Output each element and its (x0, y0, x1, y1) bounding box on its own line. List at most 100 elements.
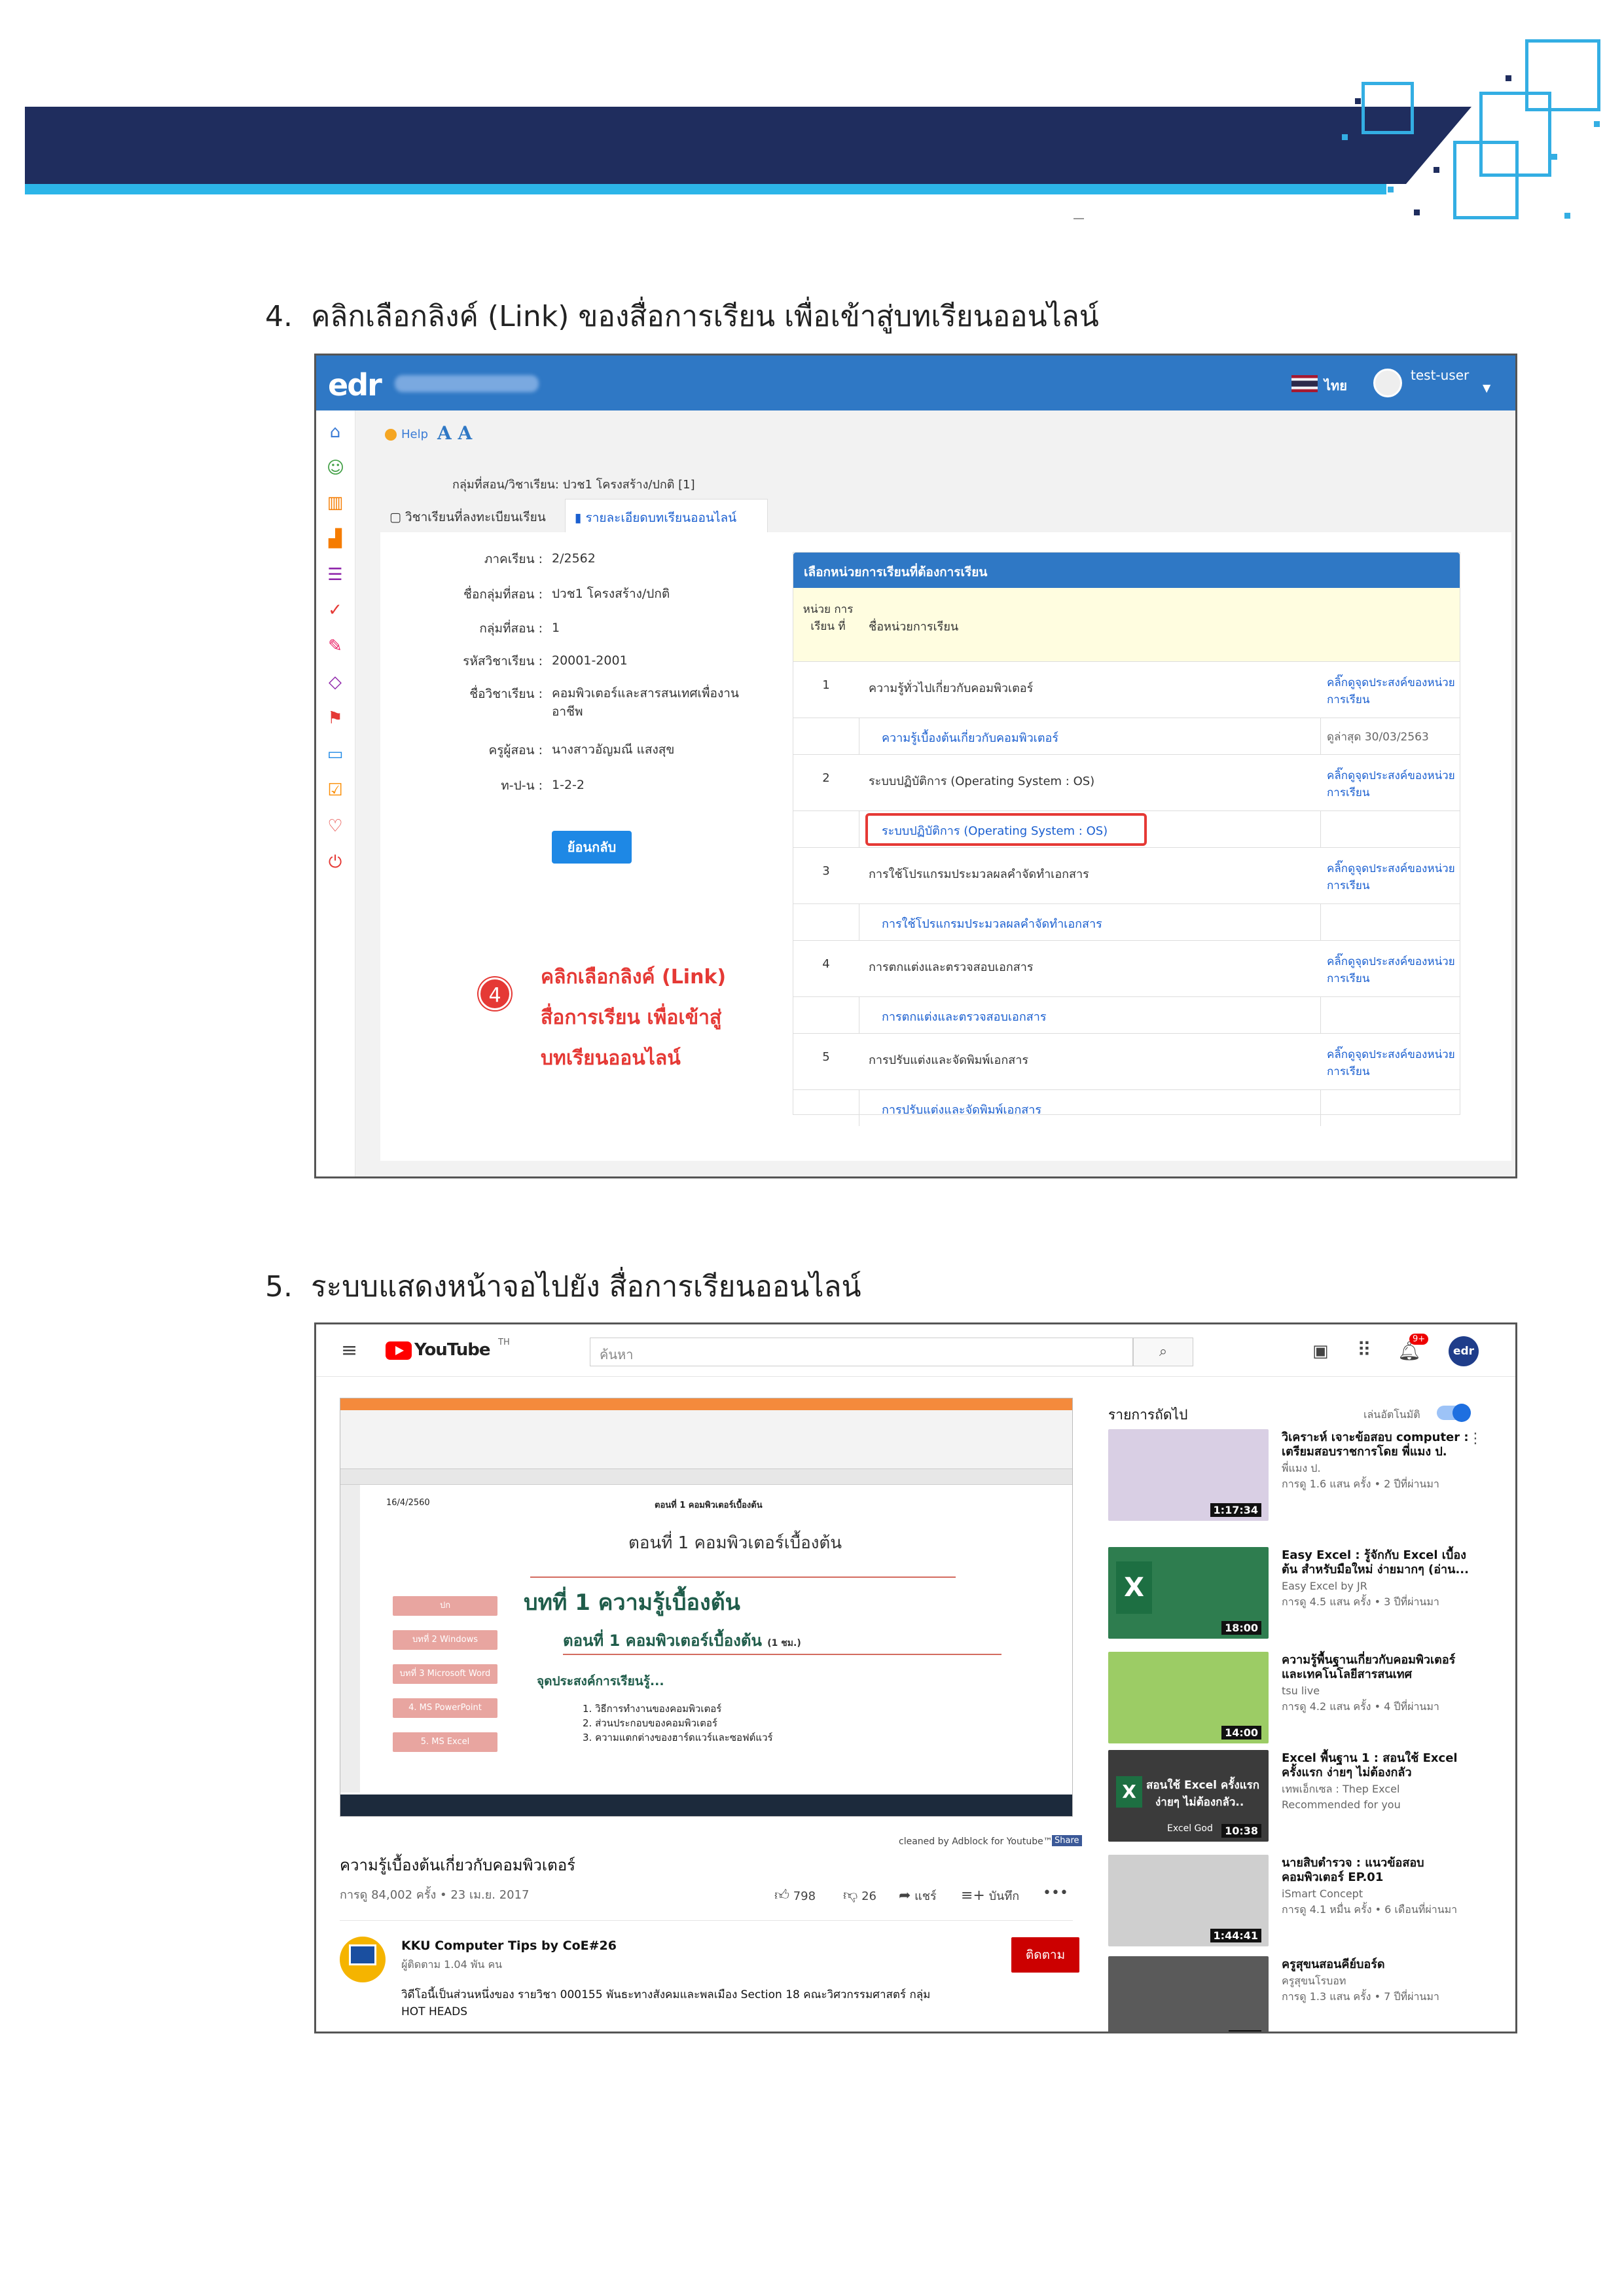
back-button[interactable]: ย้อนกลับ (552, 831, 632, 864)
unit-objective-link[interactable]: คลิ๊กดูจุดประสงค์ของหน่วยการเรียน (1327, 674, 1458, 708)
banner-dash (1074, 218, 1084, 219)
font-size-toggle[interactable]: A A (437, 422, 472, 444)
tab-registered-courses[interactable]: ▢ วิชาเรียนที่ลงทะเบียนเรียน (380, 499, 564, 532)
annotation-line-2: สื่อการเรียน เพื่อเข้าสู่ (541, 1006, 722, 1029)
autoplay-toggle[interactable] (1437, 1404, 1471, 1422)
pdf-page: 16/4/2560 ตอนที่ 1 คอมพิวเตอร์เบื้องต้น … (367, 1491, 1054, 1793)
step-4-text: 4. คลิกเลือกลิงค์ (Link) ของสื่อการเรียน… (265, 300, 1099, 333)
heart-icon[interactable]: ♡ (327, 818, 344, 835)
power-icon[interactable]: ⏻ (327, 854, 344, 871)
user-avatar-icon[interactable] (1373, 369, 1402, 397)
channel-avatar[interactable] (340, 1937, 386, 1982)
info-value: 1-2-2 (552, 778, 585, 792)
edr-screenshot: edr ไทย test-user ▼ ⌂ ☺ ▥ ▟ ☰ ✓ ✎ ◇ ⚑ ▭ … (314, 354, 1517, 1178)
related-title[interactable]: ครูสุขนสอนคีย์บอร์ด (1282, 1958, 1385, 1972)
unit-number: 3 (822, 864, 830, 878)
share-badge[interactable]: Share (1052, 1835, 1082, 1846)
related-thumbnail[interactable] (1108, 1956, 1269, 2032)
video-description-line-1: วิดีโอนี้เป็นส่วนหนึ่งของ รายวิชา 000155… (401, 1988, 931, 2001)
pencil-icon[interactable]: ✎ (327, 638, 344, 655)
unit-objective-link[interactable]: คลิ๊กดูจุดประสงค์ของหน่วยการเรียน (1327, 767, 1458, 801)
related-title[interactable]: ต้น สำหรับมือใหม่ ง่ายมากๆ (อ่าน... (1282, 1563, 1469, 1577)
language-label[interactable]: ไทย (1324, 375, 1347, 396)
up-next-label: รายการถัดไป (1108, 1407, 1188, 1423)
subscribe-button[interactable]: ติดตาม (1011, 1937, 1079, 1973)
info-value: คอมพิวเตอร์และสารสนเทศเพื่องานอาชีพ (552, 686, 739, 719)
more-vert-icon[interactable]: ⋮ (1468, 1430, 1483, 1447)
dislike-button[interactable]: 👎︎ 26 (843, 1886, 876, 1904)
related-title[interactable]: Excel พื้นฐาน 1 : สอนใช้ Excel (1282, 1751, 1458, 1766)
channel-name[interactable]: KKU Computer Tips by CoE#26 (401, 1939, 617, 1953)
related-title[interactable]: คอมพิวเตอร์ EP.01 (1282, 1870, 1383, 1885)
info-label: ชื่อกลุ่มที่สอน : (463, 587, 543, 602)
help-icon[interactable] (385, 429, 397, 441)
youtube-logo-icon[interactable] (386, 1341, 412, 1360)
units-table: เลือกหน่วยการเรียนที่ต้องการเรียน หน่วย … (793, 552, 1460, 1126)
chevron-down-icon[interactable]: ▼ (1483, 382, 1490, 394)
unit-objective-link[interactable]: คลิ๊กดูจุดประสงค์ของหน่วยการเรียน (1327, 860, 1458, 894)
unit-objective-link[interactable]: คลิ๊กดูจุดประสงค์ของหน่วยการเรียน (1327, 953, 1458, 987)
tab-online-lesson-details[interactable]: ▮ รายละเอียดบทเรียนออนไลน์ (565, 499, 768, 533)
user-icon[interactable]: ☺ (327, 460, 344, 477)
doc-menu-tab: 4. MS PowerPoint (393, 1698, 497, 1718)
thai-flag-icon[interactable] (1291, 375, 1318, 392)
check-icon[interactable]: ✓ (327, 602, 344, 619)
chart-icon[interactable]: ▟ (327, 530, 344, 547)
related-title[interactable]: Easy Excel : รู้จักกับ Excel เบื้อง (1282, 1548, 1466, 1563)
apps-grid-icon[interactable]: ⠿ (1357, 1339, 1371, 1362)
flag-icon[interactable]: ⚑ (327, 710, 344, 727)
doc-subtitle: ตอนที่ 1 คอมพิวเตอร์เบื้องต้น (628, 1533, 842, 1553)
search-input[interactable]: ค้นหา (590, 1338, 1133, 1366)
related-title[interactable]: นายสิบตำรวจ : แนวข้อสอบ (1282, 1856, 1424, 1870)
column-divider (1320, 718, 1321, 754)
reader-titlebar (340, 1398, 1072, 1410)
search-button[interactable]: ⌕ (1133, 1338, 1193, 1366)
card-icon[interactable]: ▭ (327, 746, 344, 763)
edr-logo[interactable]: edr (328, 367, 382, 403)
user-name[interactable]: test-user (1411, 367, 1469, 383)
more-options-icon[interactable]: ••• (1043, 1885, 1068, 1901)
reader-ribbon (340, 1410, 1072, 1469)
episode-title: ตอนที่ 1 คอมพิวเตอร์เบื้องต้น (563, 1631, 762, 1650)
video-player[interactable]: 16/4/2560 ตอนที่ 1 คอมพิวเตอร์เบื้องต้น … (340, 1398, 1073, 1817)
lesson-link[interactable]: การตกแต่งและตรวจสอบเอกสาร (882, 1007, 1047, 1026)
account-avatar[interactable]: edr (1449, 1336, 1479, 1366)
search-placeholder: ค้นหา (600, 1347, 634, 1362)
related-title[interactable]: ความรู้พื้นฐานเกี่ยวกับคอมพิวเตอร์ (1282, 1653, 1455, 1667)
related-title[interactable]: เตรียมสอบราชการโดย พี่แมง ป. (1282, 1445, 1447, 1459)
column-divider (1320, 903, 1321, 940)
last-viewed: ดูล่าสุด 30/03/2563 (1327, 731, 1429, 744)
related-channel: ครูสุขนโรบอท (1282, 1975, 1346, 1987)
row-divider (793, 1089, 1460, 1090)
related-title[interactable]: วิเคราะห์ เจาะข้อสอบ computer : (1282, 1430, 1469, 1445)
lesson-link[interactable]: ความรู้เบื้องต้นเกี่ยวกับคอมพิวเตอร์ (882, 728, 1058, 747)
book-icon[interactable]: ▥ (327, 494, 344, 511)
related-title[interactable]: และเทคโนโลยีสารสนเทศ (1282, 1667, 1412, 1682)
home-icon[interactable]: ⌂ (327, 424, 344, 441)
youtube-logo-text[interactable]: YouTube (414, 1340, 490, 1360)
banner-navy-bar (25, 107, 1471, 184)
thumbs-up-icon: 👍︎ (774, 1887, 789, 1904)
lesson-link[interactable]: การปรับแต่งและจัดพิมพ์เอกสาร (882, 1100, 1041, 1119)
annotation-line-3: บทเรียนออนไลน์ (541, 1047, 681, 1070)
list-icon[interactable]: ☰ (327, 566, 344, 583)
step-number-badge: 4 (478, 977, 511, 1010)
doc-chapter: บทที่ 1 ความรู้เบื้องต้น (524, 1590, 740, 1616)
units-table-header: หน่วย การเรียน ที่ ชื่อหน่วยการเรียน (793, 588, 1460, 661)
help-link[interactable]: Help (401, 428, 428, 441)
share-button[interactable]: ➦ แชร์ (899, 1886, 937, 1905)
video-duration: 1:44:41 (1210, 1929, 1261, 1942)
create-video-icon[interactable]: ▣ (1312, 1341, 1329, 1361)
menu-icon[interactable]: ≡ (341, 1339, 357, 1362)
video-duration: 14:00 (1221, 1726, 1261, 1740)
save-button[interactable]: ≡+ บันทึก (961, 1886, 1019, 1905)
related-title[interactable]: ครั้งแรก ง่ายๆ ไม่ต้องกลัว (1282, 1766, 1412, 1780)
unit-objective-link[interactable]: คลิ๊กดูจุดประสงค์ของหน่วยการเรียน (1327, 1046, 1458, 1080)
checkbox-icon[interactable]: ☑ (327, 782, 344, 799)
related-meta: การดู 1.3 แสน ครั้ง • 7 ปีที่ผ่านมา (1282, 1990, 1439, 2003)
youtube-topbar: ≡ YouTube TH ค้นหา ⌕ ▣ ⠿ 🔔︎ 9+ edr (316, 1324, 1515, 1377)
like-button[interactable]: 👍︎ 798 (774, 1886, 816, 1904)
lesson-link[interactable]: การใช้โปรแกรมประมวลผลคำจัดทำเอกสาร (882, 914, 1102, 933)
tag-icon[interactable]: ◇ (327, 674, 344, 691)
column-divider (1320, 1089, 1321, 1126)
